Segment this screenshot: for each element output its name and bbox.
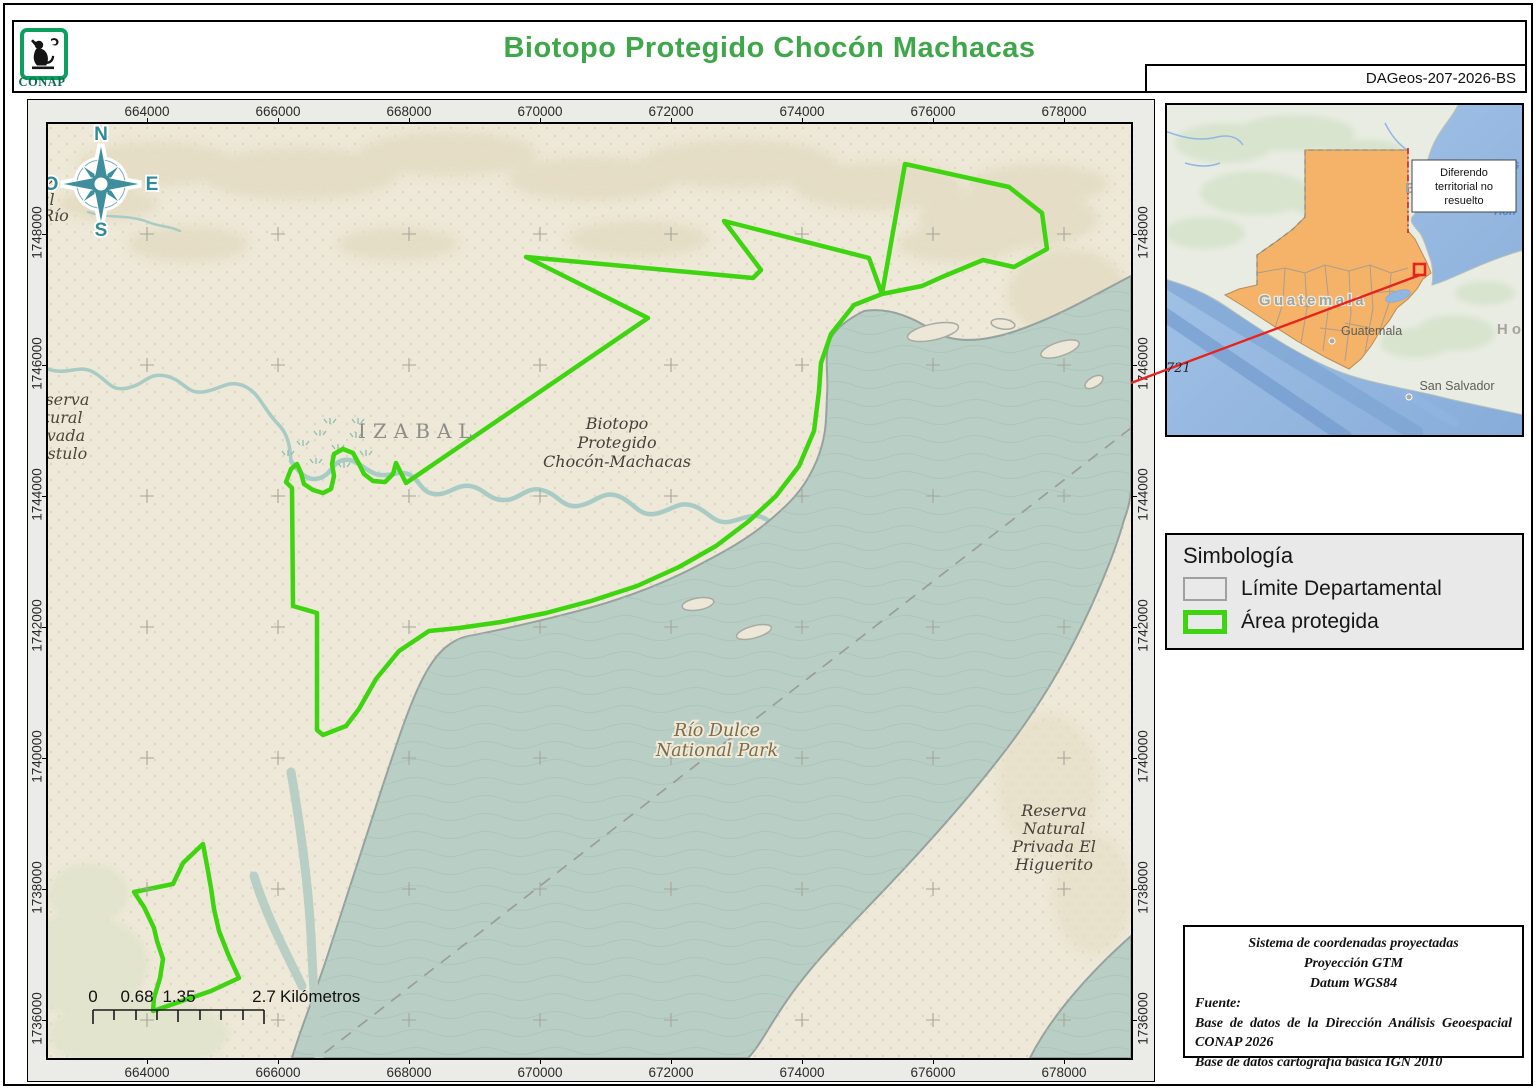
rio-dulce-label-1: Río Dulce (673, 721, 760, 741)
guatemala-city-label: Guatemala (1341, 324, 1402, 338)
easting-label: 676000 (893, 1065, 973, 1080)
clipped-edge-label: eserva (48, 390, 89, 409)
inset-map: B G Hon Diferendo territorial no resuelt… (1165, 103, 1524, 437)
easting-label: 664000 (107, 1065, 187, 1080)
northing-label: 1742000 (1136, 588, 1151, 664)
conap-wordmark: CONAP (14, 75, 70, 90)
legend-label-departmental: Límite Departamental (1241, 577, 1442, 601)
northing-label: 1748000 (1136, 195, 1151, 271)
san-salvador-label: San Salvador (1419, 379, 1494, 393)
clipped-edge-label: Río (48, 206, 69, 225)
source-line-1: Base de datos de la Dirección Análisis G… (1195, 1014, 1512, 1054)
biotopo-label-1: Biotopo (584, 414, 647, 433)
rio-dulce-label-2: National Park (654, 741, 777, 761)
legend: Simbología Límite Departamental Área pro… (1165, 533, 1524, 650)
easting-label: 670000 (500, 104, 580, 119)
page-title: Biotopo Protegido Chocón Machacas (14, 32, 1525, 65)
clipped-edge-label: ástulo (48, 444, 87, 463)
easting-label: 666000 (238, 1065, 318, 1080)
easting-label: 672000 (631, 1065, 711, 1080)
easting-label: 674000 (762, 1065, 842, 1080)
axis-top: 664000 666000 668000 670000 672000 674000 6760… (48, 100, 1131, 124)
easting-label: 678000 (1024, 1065, 1104, 1080)
scale-135: 1.35 (162, 987, 195, 1006)
scale-068: 0.68 (120, 987, 153, 1006)
northing-label: 1742000 (30, 588, 45, 664)
legend-item-protected: Área protegida (1183, 610, 1522, 634)
header: CONAP Biotopo Protegido Chocón Machacas … (12, 20, 1527, 93)
fuente-label: Fuente: (1195, 994, 1512, 1014)
axis-bottom: 664000 666000 668000 670000 672000 674000 6760… (48, 1058, 1131, 1083)
northing-label: 1746000 (30, 326, 45, 402)
northing-label: 1736000 (30, 981, 45, 1057)
dispute-note-line-2: territorial no (1435, 181, 1493, 193)
clipped-edge-label: rivada (48, 426, 85, 445)
northing-label: 1740000 (30, 719, 45, 795)
main-map-frame: 664000 666000 668000 670000 672000 674000 6760… (27, 99, 1155, 1082)
compass-n: N (94, 124, 108, 145)
higuerito-label-2: Natural (1021, 819, 1085, 838)
northing-label: 1744000 (1136, 457, 1151, 533)
projection-line-2: Proyección GTM (1195, 954, 1512, 974)
dispute-note-line-3: resuelto (1444, 195, 1483, 207)
easting-label: 676000 (893, 104, 973, 119)
dispute-note-line-1: Diferendo (1440, 167, 1488, 179)
projection-line-3: Datum WGS84 (1195, 974, 1512, 994)
compass-e: E (145, 174, 158, 195)
northing-label: 1748000 (30, 195, 45, 271)
source-box: Sistema de coordenadas proyectadas Proye… (1183, 925, 1524, 1058)
department-label: IZABAL (358, 419, 479, 443)
legend-label-protected: Área protegida (1241, 610, 1379, 634)
biotopo-label-2: Protegido (576, 433, 656, 452)
axis-right: 1748000 1746000 1744000 1742000 1740000 17380… (1131, 124, 1156, 1058)
northing-label: 1738000 (1136, 850, 1151, 926)
easting-label: 668000 (369, 1065, 449, 1080)
compass-s: S (94, 220, 107, 241)
clipped-edge-label: atural (48, 408, 83, 427)
scale-27: 2.7 (252, 987, 276, 1006)
honduras-label-fragment: H o (1497, 321, 1521, 338)
compass-o: O (48, 174, 58, 195)
northing-label: 1740000 (1136, 719, 1151, 795)
higuerito-label-1: Reserva (1020, 801, 1086, 820)
map-canvas: IZABAL Biotopo Protegido Chocón-Machacas… (46, 122, 1133, 1060)
northing-label: 1746000 (1136, 326, 1151, 402)
easting-label: 672000 (631, 104, 711, 119)
protected-area-swatch (1183, 610, 1227, 634)
biotopo-label-3: Chocón-Machacas (543, 452, 691, 471)
map-sheet: CONAP Biotopo Protegido Chocón Machacas … (0, 0, 1536, 1089)
easting-label: 678000 (1024, 104, 1104, 119)
northing-label: 1736000 (1136, 981, 1151, 1057)
northing-label: 1738000 (30, 850, 45, 926)
legend-item-departmental: Límite Departamental (1183, 577, 1522, 601)
easting-label: 668000 (369, 104, 449, 119)
san-salvador-dot (1406, 394, 1412, 400)
higuerito-label-4: Higuerito (1014, 855, 1093, 874)
scale-unit: Kilómetros (280, 987, 360, 1006)
easting-label: 666000 (238, 104, 318, 119)
source-line-2: Base de datos cartografía básica IGN 201… (1195, 1053, 1512, 1073)
guatemala-city-dot (1329, 338, 1335, 344)
projection-line-1: Sistema de coordenadas proyectadas (1195, 934, 1512, 954)
document-code: DAGeos-207-2026-BS (1145, 64, 1525, 91)
northing-label: 1744000 (30, 457, 45, 533)
departmental-limit-swatch (1183, 577, 1227, 601)
easting-label: 674000 (762, 104, 842, 119)
country-label: Guatemala (1259, 292, 1367, 309)
easting-label: 670000 (500, 1065, 580, 1080)
easting-label: 664000 (107, 104, 187, 119)
map-graphic: IZABAL Biotopo Protegido Chocón-Machacas… (48, 124, 1131, 1058)
higuerito-label-3: Privada El (1011, 837, 1096, 856)
scale-0: 0 (88, 987, 97, 1006)
legend-title: Simbología (1183, 543, 1522, 569)
